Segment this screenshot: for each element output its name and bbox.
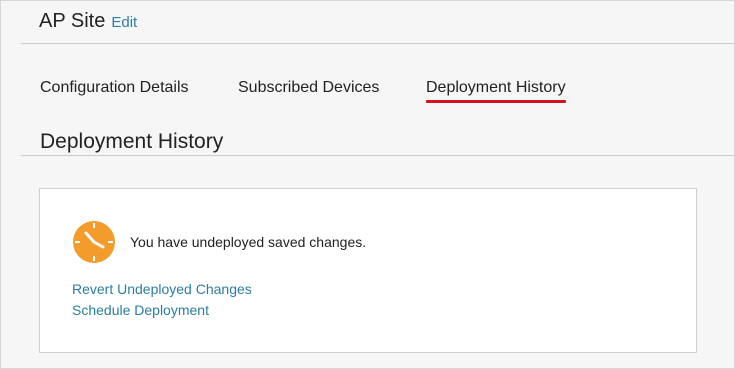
site-header: AP Site Edit <box>39 10 137 33</box>
schedule-deployment-link[interactable]: Schedule Deployment <box>72 302 209 318</box>
edit-link[interactable]: Edit <box>111 14 137 31</box>
tab-configuration-details[interactable]: Configuration Details <box>40 79 189 103</box>
section-divider <box>21 155 735 156</box>
notice-message: You have undeployed saved changes. <box>130 234 367 250</box>
section-title: Deployment History <box>40 130 224 153</box>
clock-icon <box>72 220 116 264</box>
revert-undeployed-changes-link[interactable]: Revert Undeployed Changes <box>72 281 252 297</box>
tab-subscribed-devices[interactable]: Subscribed Devices <box>238 79 379 103</box>
page-title: AP Site <box>39 10 106 32</box>
header-divider <box>21 43 735 44</box>
deployment-notice-card: You have undeployed saved changes. Rever… <box>39 188 697 353</box>
tab-deployment-history[interactable]: Deployment History <box>426 79 566 103</box>
